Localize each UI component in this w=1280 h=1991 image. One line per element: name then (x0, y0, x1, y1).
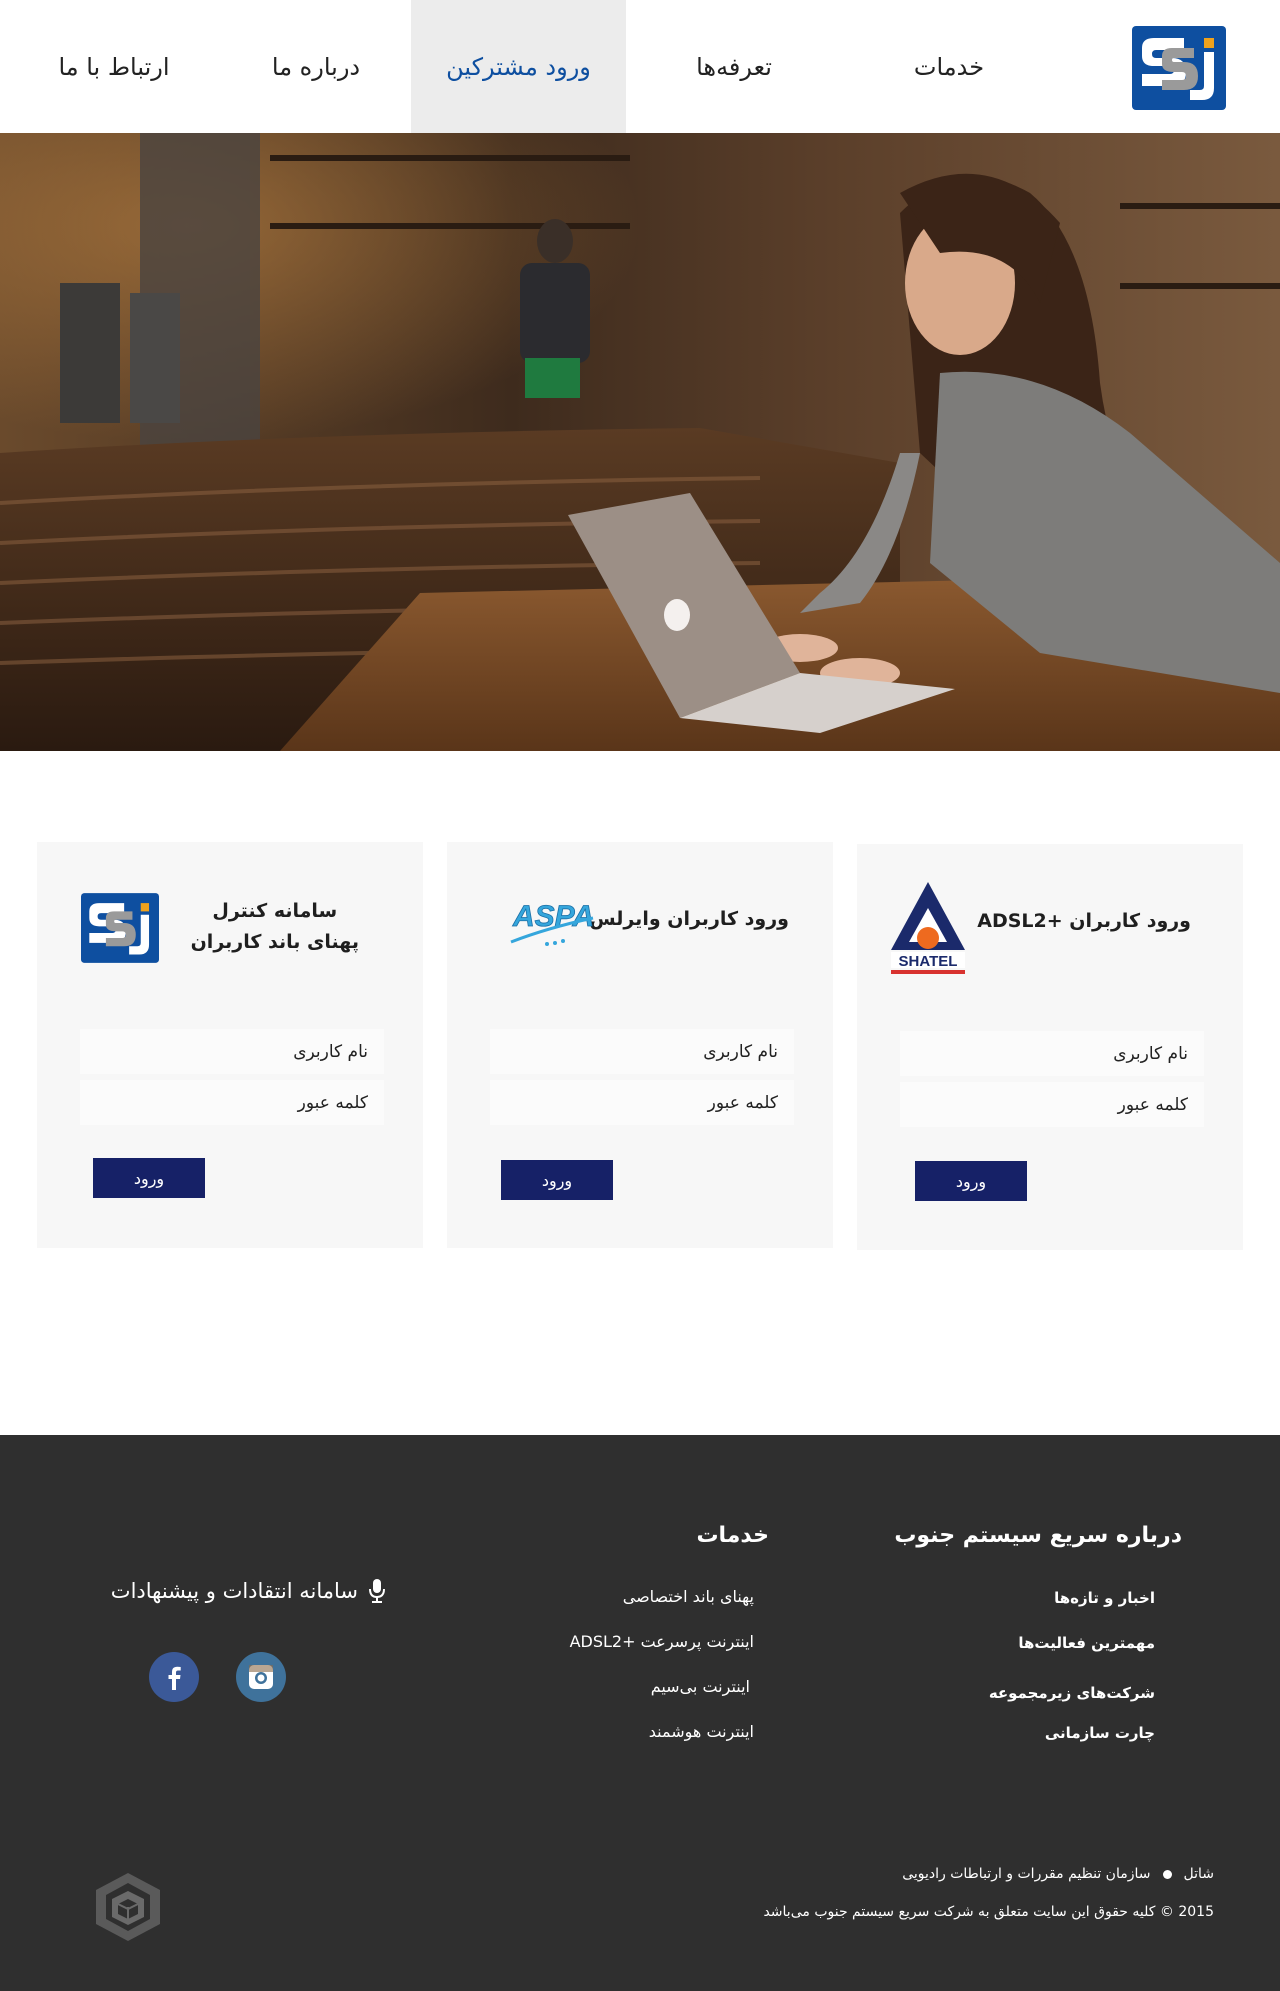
nav-customer-login-label: ورود مشترکین (446, 52, 591, 81)
nav-customer-login[interactable]: ورود مشترکین (411, 0, 626, 133)
nav-tariffs[interactable]: تعرفه‌ها (626, 0, 842, 133)
adsl-login-button[interactable]: ورود (915, 1161, 1027, 1201)
wireless-card-title: ورود کاربران وایرلس (589, 908, 789, 930)
nav-contact[interactable]: ارتباط با ما (24, 0, 204, 133)
adsl-login-card: ورود کاربران +ADSL2 SHATEL ورود (857, 844, 1243, 1250)
shatel-logo-text: SHATEL (899, 953, 958, 970)
wireless-login-card: ورود کاربران وایرلس ASPA ورود (447, 842, 833, 1248)
footer-about-link-activities[interactable]: مهمترین فعالیت‌ها (1018, 1634, 1155, 1652)
ssj-logo[interactable] (1132, 26, 1226, 110)
site-footer: درباره سریع سیستم جنوب اخبار و تازه‌ها م… (0, 1435, 1280, 1991)
aspa-logo: ASPA (510, 900, 595, 946)
wireless-password-field[interactable] (490, 1080, 794, 1125)
bandwidth-card-title-line1: سامانه کنترل (212, 900, 338, 922)
footer-about-link-news[interactable]: اخبار و تازه‌ها (1054, 1589, 1155, 1607)
footer-services-heading: خدمات (696, 1523, 769, 1548)
bandwidth-password-field[interactable] (80, 1080, 384, 1125)
bandwidth-username-field[interactable] (80, 1029, 384, 1074)
bandwidth-card-title: سامانه کنترل پهنای باند کاربران (191, 896, 359, 958)
bandwidth-login-card: سامانه کنترل پهنای باند کاربران ورود (37, 842, 423, 1248)
facebook-glyph (168, 1666, 181, 1690)
facebook-icon[interactable] (149, 1652, 199, 1702)
hero-illustration (0, 133, 1280, 751)
feedback-system-label: سامانه انتقادات و پیشنهادات (110, 1579, 358, 1603)
bandwidth-card-title-line2: پهنای باند کاربران (190, 931, 359, 953)
partner-shatel-link[interactable]: شاتل (1184, 1866, 1215, 1882)
wireless-login-button[interactable]: ورود (501, 1160, 613, 1200)
adsl-password-field[interactable] (900, 1082, 1204, 1127)
hero-image (0, 133, 1280, 751)
ssj-card-logo (81, 893, 159, 963)
partner-cra-link[interactable]: سازمان تنظیم مقررات و ارتباطات رادیویی (902, 1866, 1150, 1882)
adsl-card-title: ورود کاربران +ADSL2 (977, 910, 1191, 932)
footer-about-heading: درباره سریع سیستم جنوب (894, 1523, 1182, 1548)
site-header: خدمات تعرفه‌ها ورود مشترکین درباره ما ار… (0, 0, 1280, 133)
footer-about-link-subsidiaries[interactable]: شرکت‌های زیرمجموعه (989, 1684, 1155, 1702)
copyright-text: 2015 © کلیه حقوق این سایت متعلق به شرکت … (763, 1904, 1214, 1920)
adsl-username-field[interactable] (900, 1031, 1204, 1076)
nav-tariffs-label: تعرفه‌ها (696, 52, 772, 81)
nav-about-label: درباره ما (271, 52, 361, 81)
footer-service-link-dedicated[interactable]: پهنای باند اختصاصی (623, 1587, 754, 1606)
footer-service-link-wireless[interactable]: اینترنت بی‌سیم (651, 1677, 750, 1696)
footer-partners-line: شاتل سازمان تنظیم مقررات و ارتباطات رادیو… (902, 1866, 1214, 1882)
footer-service-link-smart[interactable]: اینترنت هوشمند (649, 1722, 754, 1741)
shatel-logo: SHATEL (891, 882, 965, 974)
nav-services[interactable]: خدمات (856, 0, 1042, 133)
wireless-username-field[interactable] (490, 1029, 794, 1074)
nav-about[interactable]: درباره ما (226, 0, 406, 133)
footer-about-link-org-chart[interactable]: چارت سازمانی (1045, 1724, 1155, 1742)
footer-service-link-adsl[interactable]: اینترنت پرسرعت +ADSL2 (570, 1632, 754, 1651)
instagram-glyph (249, 1665, 273, 1689)
instagram-icon[interactable] (236, 1652, 286, 1702)
bullet-separator (1162, 1869, 1172, 1879)
microphone-icon (369, 1579, 385, 1603)
bandwidth-login-button[interactable]: ورود (93, 1158, 205, 1198)
nav-services-label: خدمات (913, 52, 985, 81)
nav-contact-label: ارتباط با ما (58, 52, 170, 81)
cube-logo-icon (96, 1873, 160, 1941)
feedback-system-link[interactable]: سامانه انتقادات و پیشنهادات (111, 1578, 386, 1604)
